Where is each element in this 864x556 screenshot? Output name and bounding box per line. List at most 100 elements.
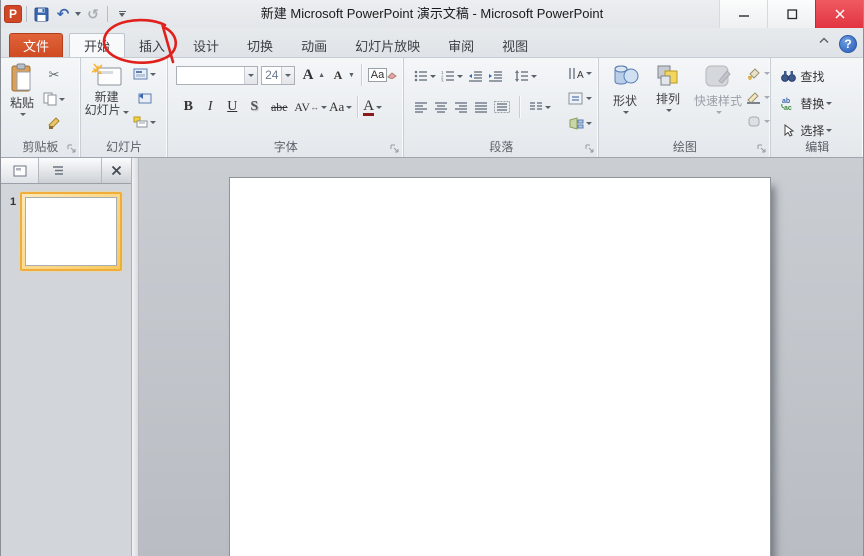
slides-view-tab[interactable]: [1, 158, 39, 183]
underline-button[interactable]: U: [222, 99, 242, 115]
shrink-font-button[interactable]: A ▼: [328, 65, 355, 85]
clear-formatting-button[interactable]: Aa: [367, 65, 398, 85]
select-button[interactable]: 选择: [781, 120, 863, 140]
window-controls: [719, 0, 863, 28]
group-clipboard: 粘贴 ✂ 剪贴板: [1, 58, 81, 157]
shape-outline-button[interactable]: [746, 87, 771, 107]
align-center-button[interactable]: [434, 97, 448, 117]
outline-view-icon: [53, 165, 63, 175]
paste-dropdown-icon[interactable]: [20, 113, 26, 116]
shapes-dropdown-icon[interactable]: [622, 111, 629, 114]
slide-thumbnail-image: [25, 197, 117, 266]
group-label-paragraph: 段落: [489, 140, 514, 154]
distribute-button[interactable]: [494, 97, 511, 117]
align-right-button[interactable]: [454, 97, 468, 117]
customize-qat-icon[interactable]: [112, 4, 132, 24]
line-spacing-button[interactable]: [514, 66, 538, 86]
slide-thumbnail-panel: 1: [1, 158, 132, 556]
svg-text:ab: ab: [782, 98, 790, 105]
undo-icon[interactable]: ↶: [53, 4, 73, 24]
close-icon: [111, 165, 122, 176]
minimize-ribbon-icon[interactable]: [815, 36, 833, 52]
new-slide-button[interactable]: 新建 幻灯片: [81, 58, 133, 138]
tab-home[interactable]: 开始: [69, 33, 126, 57]
slide-editing-canvas[interactable]: [229, 177, 771, 556]
copy-button[interactable]: [43, 89, 65, 109]
arrange-dropdown-icon[interactable]: [666, 109, 673, 112]
decrease-indent-button[interactable]: [468, 66, 483, 86]
bullets-button[interactable]: [414, 66, 437, 86]
increase-indent-button[interactable]: [488, 66, 503, 86]
section-icon: [133, 116, 148, 128]
align-text-button[interactable]: [568, 88, 593, 108]
powerpoint-app-icon[interactable]: P: [4, 5, 22, 23]
text-direction-button[interactable]: A: [568, 63, 593, 83]
format-painter-button[interactable]: [43, 113, 65, 133]
arrange-button[interactable]: 排列: [647, 58, 690, 138]
divider: [26, 6, 27, 22]
shape-outline-icon: [747, 91, 761, 104]
group-slides: 新建 幻灯片 幻灯片: [81, 58, 169, 157]
tab-review[interactable]: 审阅: [434, 33, 488, 57]
save-icon[interactable]: [31, 4, 51, 24]
section-button[interactable]: [133, 112, 156, 132]
panel-splitter[interactable]: [132, 158, 139, 556]
paste-button[interactable]: 粘贴: [1, 58, 43, 138]
change-case-button[interactable]: Aa: [329, 97, 353, 117]
tab-design[interactable]: 设计: [179, 33, 233, 57]
font-name-combobox[interactable]: [176, 65, 259, 85]
text-shadow-button[interactable]: S: [244, 99, 264, 115]
bold-button[interactable]: B: [178, 99, 198, 115]
replace-icon: ab ac: [781, 98, 792, 110]
cut-button[interactable]: ✂: [43, 65, 65, 85]
group-font: 24 A ▲ A ▼ Aa B I U S abe AV ↔ Aa A 字体: [168, 58, 405, 157]
font-size-combobox[interactable]: 24: [261, 65, 296, 85]
tab-transitions[interactable]: 切换: [233, 33, 287, 57]
slide-thumbnail-row: 1: [1, 192, 131, 271]
close-panel-button[interactable]: [101, 158, 131, 183]
convert-smartart-button[interactable]: [568, 113, 593, 133]
minimize-button[interactable]: [719, 0, 767, 28]
close-button[interactable]: [815, 0, 863, 28]
tab-slideshow[interactable]: 幻灯片放映: [341, 33, 434, 57]
tab-insert[interactable]: 插入: [125, 33, 179, 57]
paragraph-dialog-launcher-icon[interactable]: [585, 144, 595, 154]
tab-view[interactable]: 视图: [488, 33, 542, 57]
shapes-icon: [614, 65, 639, 85]
quick-styles-button: 快速样式: [690, 58, 747, 138]
replace-button[interactable]: ab ac 替换: [781, 93, 863, 113]
select-dropdown-icon[interactable]: [826, 128, 833, 132]
find-button[interactable]: 查找: [781, 66, 863, 86]
shapes-button[interactable]: 形状: [603, 58, 646, 138]
shape-fill-button[interactable]: [746, 63, 771, 83]
selected-slide-thumbnail[interactable]: [20, 192, 122, 271]
binoculars-icon: [781, 71, 797, 82]
strikethrough-button[interactable]: abe: [266, 100, 292, 115]
outline-view-tab[interactable]: [39, 158, 77, 183]
numbering-button[interactable]: 123: [441, 66, 464, 86]
grow-font-button[interactable]: A ▲: [298, 65, 325, 85]
group-drawing: 形状 排列 快速样式 绘图: [599, 58, 772, 157]
redo-icon: ↺: [87, 5, 99, 22]
new-slide-dropdown-icon[interactable]: [122, 111, 129, 114]
tab-file[interactable]: 文件: [9, 33, 63, 57]
quick-styles-dropdown-icon: [716, 111, 722, 114]
layout-button[interactable]: [133, 64, 156, 84]
reset-button[interactable]: [133, 88, 156, 108]
align-left-button[interactable]: [414, 97, 428, 117]
font-color-button[interactable]: A: [363, 97, 383, 117]
help-icon[interactable]: ?: [839, 35, 857, 53]
drawing-dialog-launcher-icon[interactable]: [757, 144, 767, 154]
columns-button[interactable]: [529, 97, 552, 117]
italic-button[interactable]: I: [200, 99, 220, 115]
font-dialog-launcher-icon[interactable]: [390, 144, 400, 154]
undo-dropdown-icon[interactable]: [75, 12, 81, 16]
shape-effects-button[interactable]: [746, 111, 771, 131]
clipboard-dialog-launcher-icon[interactable]: [67, 144, 77, 154]
justify-button[interactable]: [474, 97, 488, 117]
replace-dropdown-icon[interactable]: [826, 101, 833, 105]
character-spacing-button[interactable]: AV ↔: [294, 97, 328, 117]
maximize-button[interactable]: [767, 0, 815, 28]
group-label-font: 字体: [273, 140, 298, 154]
tab-animations[interactable]: 动画: [287, 33, 341, 57]
